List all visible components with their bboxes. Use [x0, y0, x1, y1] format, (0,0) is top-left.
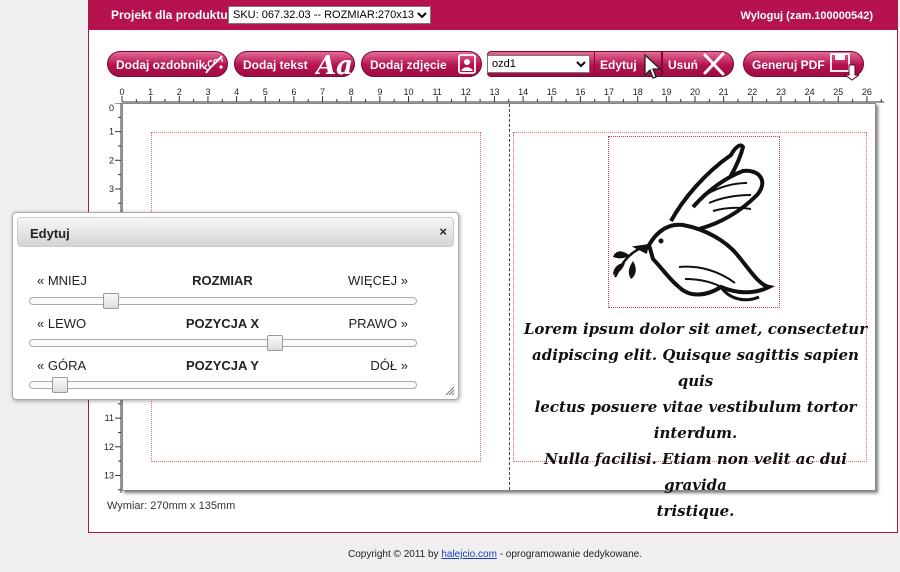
edit-label: Edytuj — [600, 58, 637, 72]
ruler-tick-label: 0 — [119, 87, 124, 97]
top-bar: Projekt dla produktu: SKU: 067.32.03 -- … — [89, 0, 897, 30]
size-slider[interactable] — [29, 293, 417, 309]
ruler-tick-label: 17 — [604, 87, 614, 97]
edit-dialog: Edytuj × « MNIEJ ROZMIAR WIĘCEJ » « LEWO… — [12, 212, 459, 400]
ruler-tick-label: 8 — [349, 87, 354, 97]
svg-text:Aa: Aa — [315, 51, 353, 78]
project-label: Projekt dla produktu: — [111, 8, 232, 22]
ornament-icon — [202, 53, 226, 78]
ruler-tick-label: 24 — [805, 87, 815, 97]
ruler-tick-label: 25 — [833, 87, 843, 97]
ruler-tick-label: 14 — [518, 87, 528, 97]
verse-line: adipiscing elit. Quisque sagittis sapien… — [532, 346, 859, 390]
ruler-tick-label: 10 — [403, 87, 413, 97]
ruler-tick-label: 12 — [104, 442, 114, 452]
ruler-tick-label: 15 — [547, 87, 557, 97]
verse-line: tristique. — [656, 502, 735, 520]
ruler-tick-label: 2 — [109, 155, 114, 165]
generate-pdf-label: Generuj PDF — [752, 58, 825, 72]
resize-grip-icon[interactable] — [445, 386, 455, 396]
ruler-tick-label: 12 — [461, 87, 471, 97]
add-photo-button[interactable]: Dodaj zdjęcie — [361, 51, 482, 77]
ruler-tick-label: 6 — [291, 87, 296, 97]
ruler-tick-label: 1 — [109, 127, 114, 137]
footer-suffix: - oprogramowanie dedykowane. — [499, 549, 643, 560]
copyright-text: Copyright © 2011 by — [347, 549, 439, 560]
ruler-tick-label: 4 — [234, 87, 239, 97]
dialog-titlebar[interactable]: Edytuj × — [17, 217, 454, 247]
save-pdf-icon — [829, 51, 861, 84]
dove-icon — [613, 143, 776, 302]
generate-pdf-button[interactable]: Generuj PDF — [743, 51, 864, 81]
ruler-tick-label: 19 — [661, 87, 671, 97]
delete-label: Usuń — [668, 58, 698, 72]
add-text-label: Dodaj tekst — [243, 58, 308, 72]
position-y-handle[interactable] — [52, 377, 69, 393]
horizontal-ruler: 0 1 2 3 4 5 6 7 8 9 10 11 12 13 14 15 16 17 18 19 20 21 22 23 24… — [119, 87, 884, 103]
ruler-tick-label: 5 — [263, 87, 268, 97]
verse-line: lectus posuere vitae vestibulum tortor i… — [534, 398, 857, 442]
add-ornament-button[interactable]: Dodaj ozdobnik — [107, 51, 228, 77]
ruler-tick-label: 2 — [177, 87, 182, 97]
position-x-slider[interactable] — [29, 335, 417, 351]
ruler-tick-label: 16 — [575, 87, 585, 97]
add-ornament-label: Dodaj ozdobnik — [116, 58, 206, 72]
delete-button[interactable]: Usuń — [662, 51, 734, 77]
dialog-title: Edytuj — [30, 226, 70, 241]
footer: Copyright © 2011 by halejcio.com - oprog… — [0, 549, 900, 560]
ruler-tick-label: 21 — [719, 87, 729, 97]
position-x-handle[interactable] — [267, 335, 284, 351]
move-down-label[interactable]: DÓŁ » — [370, 358, 408, 373]
ruler-tick-label: 18 — [633, 87, 643, 97]
close-icon[interactable]: × — [439, 224, 447, 239]
verse-text[interactable]: Lorem ipsum dolor sit amet, consectetur … — [523, 316, 868, 524]
ruler-tick-label: 22 — [747, 87, 757, 97]
position-y-label: POZYCJA Y — [186, 358, 259, 373]
ruler-tick-label: 11 — [432, 87, 441, 97]
ruler-tick-label: 26 — [862, 87, 872, 97]
delete-x-icon — [701, 52, 727, 79]
ruler-tick-label: 3 — [109, 184, 114, 194]
dove-ornament[interactable] — [608, 136, 780, 308]
dimensions-label: Wymiar: 270mm x 135mm — [107, 500, 236, 512]
size-increase-label[interactable]: WIĘCEJ » — [348, 273, 408, 288]
move-right-label[interactable]: PRAWO » — [349, 316, 408, 331]
edit-button[interactable]: Edytuj — [594, 51, 662, 79]
ruler-tick-label: 11 — [105, 413, 114, 423]
text-icon: Aa — [313, 50, 353, 81]
cursor-icon — [642, 53, 662, 82]
verse-line: Nulla facilisi. Etiam non velit ac dui g… — [544, 450, 847, 494]
ruler-tick-label: 20 — [690, 87, 700, 97]
ruler-tick-label: 9 — [377, 87, 382, 97]
ruler-tick-label: 1 — [148, 87, 153, 97]
vendor-link[interactable]: halejcio.com — [441, 549, 497, 560]
ruler-tick-label: 7 — [320, 87, 325, 97]
add-photo-label: Dodaj zdjęcie — [370, 58, 447, 72]
add-text-button[interactable]: Dodaj tekst Aa — [234, 51, 355, 81]
ruler-tick-label: 3 — [205, 87, 210, 97]
product-select[interactable]: SKU: 067.32.03 -- ROZMIAR:270x135 — [228, 6, 431, 24]
verse-line: Lorem ipsum dolor sit amet, consectetur — [523, 320, 868, 338]
logout-link[interactable]: Wyloguj (zam.100000542) — [741, 10, 873, 22]
element-select[interactable]: ozd1 — [487, 55, 590, 73]
ruler-tick-label: 13 — [489, 87, 499, 97]
fold-line — [509, 104, 510, 490]
ruler-tick-label: 23 — [776, 87, 786, 97]
ruler-tick-label: 0 — [109, 103, 114, 113]
ruler-tick-label: 13 — [104, 470, 114, 480]
size-slider-handle[interactable] — [103, 293, 120, 309]
photo-icon — [456, 53, 478, 78]
position-y-slider[interactable] — [29, 377, 417, 393]
